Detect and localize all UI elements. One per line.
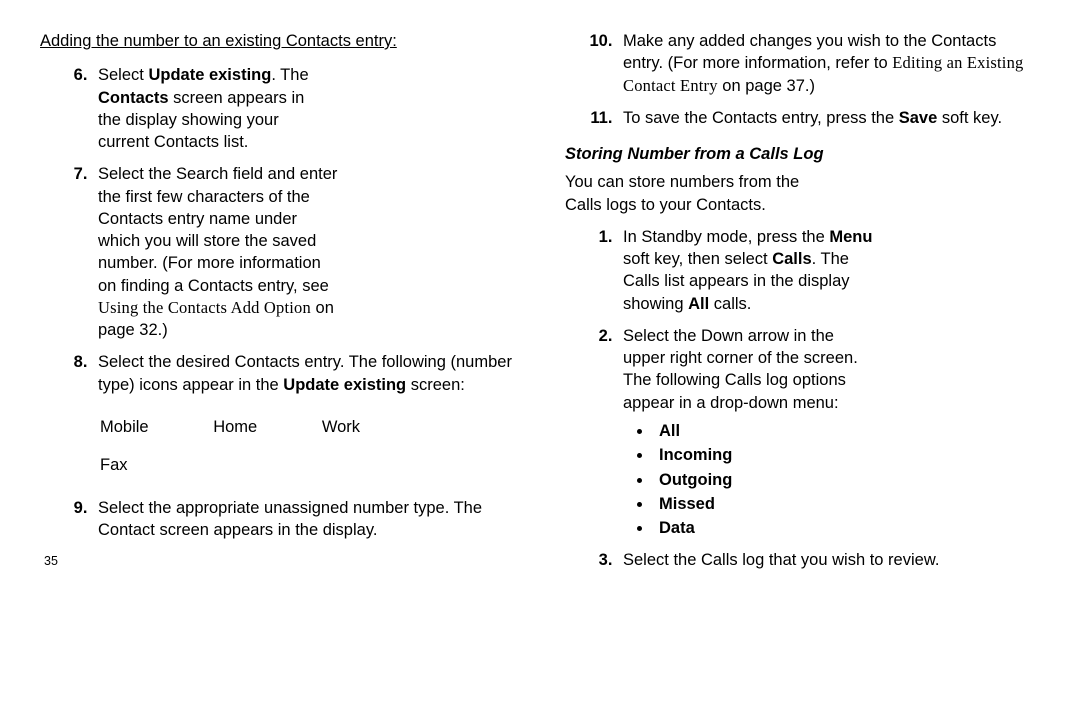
text-bold: Update existing: [283, 376, 406, 394]
step-11: To save the Contacts entry, press the Sa…: [617, 107, 1040, 129]
step-7: Select the Search field and enter the fi…: [92, 163, 338, 341]
manual-page: Adding the number to an existing Contact…: [0, 0, 1080, 602]
subhead-adding: Adding the number to an existing Contact…: [40, 30, 515, 52]
number-type-icons: Mobile Home Work Fax: [100, 416, 515, 477]
option-all: All: [653, 420, 873, 442]
option-outgoing: Outgoing: [653, 469, 873, 491]
text: soft key.: [937, 109, 1002, 127]
text-bold: Update existing: [148, 66, 271, 84]
storing-step-1: In Standby mode, press the Menu soft key…: [617, 226, 873, 315]
text: screen:: [406, 376, 465, 394]
step-10: Make any added changes you wish to the C…: [617, 30, 1040, 97]
step-8: Select the desired Contacts entry. The f…: [92, 351, 515, 396]
left-steps-list-continued: Select the appropriate unassigned number…: [40, 497, 515, 542]
text: Select the Calls log that you wish to re…: [623, 551, 939, 569]
storing-step-2: Select the Down arrow in the upper right…: [617, 325, 873, 539]
text-bold: All: [688, 295, 709, 313]
text-bold: Menu: [829, 228, 872, 246]
text: Select the Down arrow in the upper right…: [623, 327, 858, 412]
text: soft key, then select: [623, 250, 772, 268]
step-9: Select the appropriate unassigned number…: [92, 497, 515, 542]
page-number: 35: [44, 553, 515, 570]
icon-label-home: Home: [213, 416, 257, 438]
text: on page 37.): [718, 77, 815, 95]
text: In Standby mode, press the: [623, 228, 829, 246]
text-bold: Calls: [772, 250, 811, 268]
text: Select: [98, 66, 148, 84]
icon-label-mobile: Mobile: [100, 416, 149, 438]
text: Select the Search field and enter the fi…: [98, 165, 337, 294]
text: To save the Contacts entry, press the: [623, 109, 899, 127]
left-column: Adding the number to an existing Contact…: [40, 30, 515, 582]
left-steps-list: Select Update existing. The Contacts scr…: [40, 64, 515, 396]
icon-label-fax: Fax: [100, 454, 455, 476]
section-intro: You can store numbers from the Calls log…: [565, 171, 825, 216]
icon-label-work: Work: [322, 416, 360, 438]
step-6: Select Update existing. The Contacts scr…: [92, 64, 328, 153]
text-bold: Contacts: [98, 89, 169, 107]
text-bold: Save: [899, 109, 938, 127]
text: calls.: [709, 295, 751, 313]
option-data: Data: [653, 517, 873, 539]
cross-ref: Using the Contacts Add Option: [98, 298, 311, 317]
right-column: Make any added changes you wish to the C…: [565, 30, 1040, 582]
option-incoming: Incoming: [653, 444, 873, 466]
section-heading-storing: Storing Number from a Calls Log: [565, 143, 1040, 165]
text: . The: [271, 66, 308, 84]
calls-log-options: All Incoming Outgoing Missed Data: [623, 420, 873, 539]
storing-step-3: Select the Calls log that you wish to re…: [617, 549, 1040, 571]
right-steps-list: Make any added changes you wish to the C…: [565, 30, 1040, 129]
option-missed: Missed: [653, 493, 873, 515]
text: Select the appropriate unassigned number…: [98, 499, 482, 539]
storing-steps-list: In Standby mode, press the Menu soft key…: [565, 226, 1040, 572]
